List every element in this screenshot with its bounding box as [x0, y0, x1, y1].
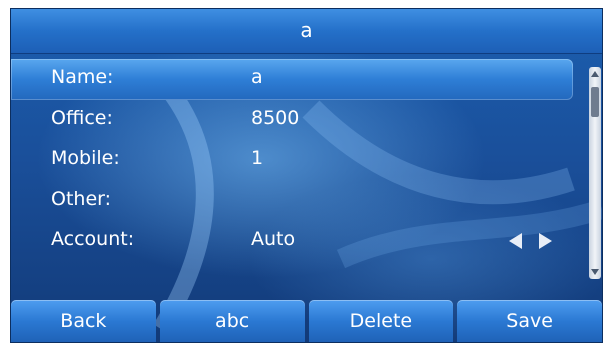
- input-mode-button[interactable]: abc: [159, 300, 305, 342]
- title-bar: a: [11, 9, 602, 54]
- softkey-label: abc: [215, 310, 250, 332]
- field-row-account[interactable]: Account: Auto: [11, 221, 581, 262]
- field-label: Mobile:: [51, 147, 120, 170]
- title-text: a: [300, 18, 313, 42]
- field-label: Account:: [51, 228, 135, 251]
- field-row-other[interactable]: Other:: [11, 181, 581, 222]
- scroll-up-icon[interactable]: [591, 71, 599, 77]
- softkey-bar: Back abc Delete Save: [11, 300, 602, 342]
- contact-fields: Name: a Office: 8500 Mobile: 1 Other: Ac…: [11, 59, 581, 262]
- field-value[interactable]: 1: [251, 147, 263, 169]
- field-label: Name:: [51, 66, 114, 88]
- left-arrow-icon[interactable]: [509, 233, 522, 250]
- field-value[interactable]: 8500: [251, 107, 299, 129]
- softkey-label: Save: [506, 310, 553, 332]
- scroll-down-icon[interactable]: [591, 269, 599, 275]
- scrollbar[interactable]: [589, 67, 601, 279]
- delete-button[interactable]: Delete: [308, 300, 454, 342]
- softkey-label: Back: [60, 310, 107, 332]
- back-button[interactable]: Back: [11, 300, 156, 342]
- field-row-mobile[interactable]: Mobile: 1: [11, 140, 581, 181]
- field-row-office[interactable]: Office: 8500: [11, 100, 581, 141]
- phone-screen: a Name: a Office: 8500 Mobile: 1 Other: …: [10, 8, 603, 343]
- softkey-label: Delete: [349, 310, 413, 332]
- field-label: Other:: [51, 187, 112, 210]
- field-value[interactable]: a: [251, 66, 263, 88]
- field-label: Office:: [51, 106, 113, 129]
- field-value[interactable]: Auto: [251, 228, 295, 250]
- field-row-name[interactable]: Name: a: [11, 59, 573, 100]
- save-button[interactable]: Save: [457, 300, 602, 342]
- account-selector-arrows[interactable]: [509, 233, 564, 253]
- scroll-thumb[interactable]: [591, 87, 599, 117]
- right-arrow-icon[interactable]: [539, 233, 553, 250]
